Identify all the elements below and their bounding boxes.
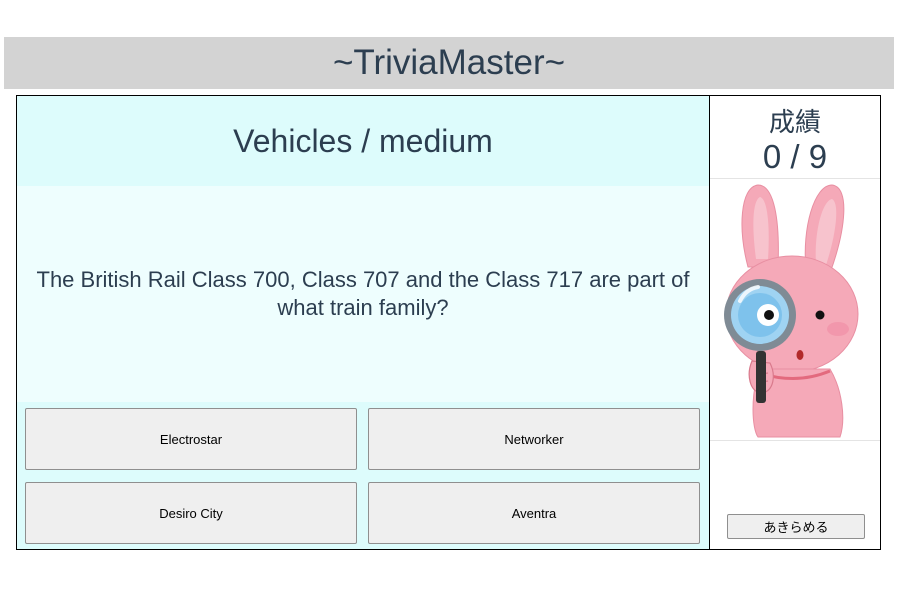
rabbit-with-magnifying-glass-icon [724, 184, 859, 438]
question-text: The British Rail Class 700, Class 707 an… [31, 186, 695, 402]
mascot-box [710, 179, 880, 441]
app-title: ~TriviaMaster~ [332, 43, 566, 82]
score-value: 0 / 9 [762, 138, 828, 175]
answer-button-1[interactable]: Electrostar [25, 408, 357, 470]
app-header: ~TriviaMaster~ [4, 37, 894, 89]
answer-button-2[interactable]: Networker [368, 408, 700, 470]
category-separator: / [352, 122, 380, 159]
quiz-panel: Vehicles / medium The British Rail Class… [17, 96, 710, 549]
score-label: 成績 [768, 108, 821, 138]
score-box: 成績 0 / 9 [710, 96, 880, 179]
difficulty-label: medium [379, 122, 493, 159]
category-label: Vehicles [233, 122, 353, 159]
answer-button-3[interactable]: Desiro City [25, 482, 357, 544]
answer-grid: Electrostar Networker Desiro City Aventr… [17, 402, 709, 549]
question-label: The British Rail Class 700, Class 707 an… [36, 267, 690, 320]
category-bar: Vehicles / medium [17, 96, 709, 186]
side-panel: 成績 0 / 9 あきらめる [710, 96, 880, 549]
game-frame: Vehicles / medium The British Rail Class… [16, 95, 881, 550]
give-up-button[interactable]: あきらめる [727, 514, 865, 539]
answer-button-4[interactable]: Aventra [368, 482, 700, 544]
